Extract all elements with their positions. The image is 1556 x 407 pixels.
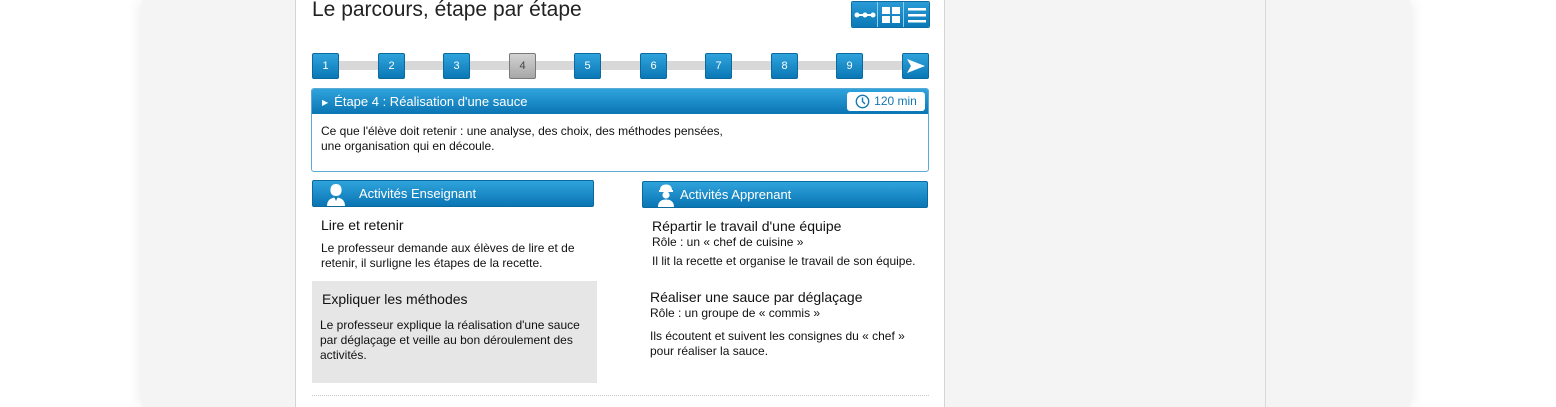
teacher-icon — [325, 182, 347, 214]
learner-item-text: Ils écoutent et suivent les consignes du… — [650, 329, 905, 359]
expand-triangle-icon: ▶ — [322, 98, 329, 107]
next-arrow-icon — [906, 59, 925, 73]
teacher-activities-label: Activités Enseignant — [359, 186, 477, 201]
learner-item-text: Il lit la recette et organise le travail… — [652, 254, 916, 268]
learner-item-role: Rôle : un groupe de « commis » — [650, 306, 821, 320]
stage-description: Ce que l'élève doit retenir : une analys… — [312, 114, 928, 154]
teacher-item-text: Le professeur demande aux élèves de lire… — [321, 241, 575, 271]
duration-text: 120 min — [874, 94, 917, 108]
teacher-item-title: Expliquer les méthodes — [322, 291, 468, 307]
learner-icon — [655, 183, 677, 215]
step-button-2[interactable]: 2 — [378, 53, 405, 79]
learner-activities-label: Activités Apprenant — [680, 187, 792, 202]
teacher-item-title: Lire et retenir — [321, 217, 404, 233]
step-button-9[interactable]: 9 — [836, 53, 863, 79]
step-button-6[interactable]: 6 — [640, 53, 667, 79]
page-title: Le parcours, étape par étape — [312, 0, 582, 21]
stage-description-line: Ce que l'élève doit retenir : une analys… — [321, 124, 723, 138]
clock-icon — [855, 94, 870, 109]
step-button-4-active[interactable]: 4 — [509, 53, 536, 79]
stage-title: Étape 4 : Réalisation d'une sauce — [334, 94, 528, 109]
step-button-8[interactable]: 8 — [771, 53, 798, 79]
step-button-3[interactable]: 3 — [443, 53, 470, 79]
timeline-view-icon — [854, 12, 875, 17]
learner-item-text-line: pour réaliser la sauce. — [650, 344, 769, 358]
steps-track — [318, 61, 918, 70]
teacher-item-text-line: retenir, il surligne les étapes de la re… — [321, 256, 543, 270]
list-view-button[interactable] — [904, 2, 929, 27]
step-button-1[interactable]: 1 — [312, 53, 339, 79]
view-switch — [851, 1, 930, 28]
list-view-icon — [907, 7, 926, 22]
step-button-5[interactable]: 5 — [574, 53, 601, 79]
next-step-button[interactable] — [902, 53, 929, 79]
stage-header[interactable]: ▶ Étape 4 : Réalisation d'une sauce 120 m… — [312, 89, 928, 114]
teacher-item-text: Le professeur explique la réalisation d'… — [320, 318, 580, 363]
teacher-activities-header: Activités Enseignant — [312, 180, 594, 207]
learner-item-title: Réaliser une sauce par déglaçage — [650, 289, 863, 305]
learner-item-role: Rôle : un « chef de cuisine » — [652, 235, 804, 249]
stage-panel: ▶ Étape 4 : Réalisation d'une sauce 120 m… — [311, 88, 929, 172]
grid-view-button[interactable] — [878, 2, 904, 27]
teacher-item-text-line: activités. — [320, 348, 367, 362]
column-divider — [1265, 0, 1266, 407]
grid-view-icon — [881, 6, 900, 23]
learner-item-text-line: Ils écoutent et suivent les consignes du… — [650, 329, 905, 343]
learner-activities-header: Activités Apprenant — [642, 181, 928, 208]
teacher-item-text-line: par déglaçage et veille au bon dérouleme… — [320, 333, 573, 347]
step-button-7[interactable]: 7 — [705, 53, 732, 79]
section-divider — [312, 395, 929, 396]
teacher-item-text-line: Le professeur demande aux élèves de lire… — [321, 241, 575, 255]
learner-item-title: Répartir le travail d'une équipe — [652, 218, 842, 234]
timeline-view-button[interactable] — [852, 2, 878, 27]
teacher-item-text-line: Le professeur explique la réalisation d'… — [320, 318, 580, 332]
stage-description-line: une organisation qui en découle. — [321, 139, 495, 153]
duration-badge: 120 min — [847, 92, 925, 111]
